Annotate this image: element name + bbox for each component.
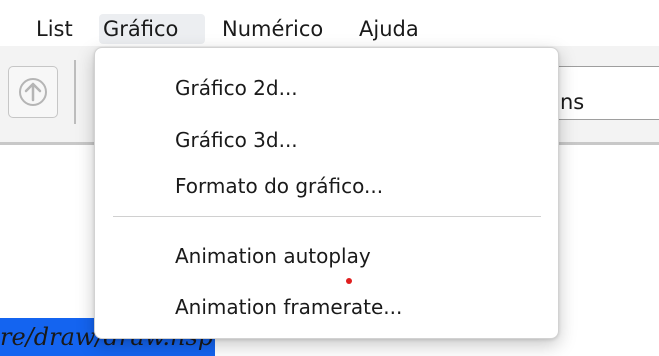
up-button[interactable]: [8, 66, 58, 118]
toolbar-field-text: ns: [560, 90, 585, 114]
menu-ajuda[interactable]: Ajuda: [355, 14, 423, 44]
menu-item-formato-do-grafico[interactable]: Formato do gráfico...: [175, 170, 383, 202]
menu-item-grafico-2d[interactable]: Gráfico 2d...: [175, 72, 298, 104]
menu-item-grafico-3d[interactable]: Gráfico 3d...: [175, 124, 298, 156]
menu-item-animation-autoplay[interactable]: Animation autoplay: [175, 240, 371, 272]
grafico-dropdown-menu: Gráfico 2d... Gráfico 3d... Formato do g…: [94, 47, 559, 339]
menu-separator: [113, 216, 541, 217]
toolbar-separator: [74, 60, 76, 124]
menu-numerico[interactable]: Numérico: [218, 14, 327, 44]
arrow-up-icon: [19, 78, 47, 106]
menu-bar: List Gráfico Numérico Ajuda: [0, 0, 659, 46]
menu-list[interactable]: List: [32, 14, 77, 44]
cursor-dot: [346, 278, 352, 284]
menu-item-animation-framerate[interactable]: Animation framerate...: [175, 291, 402, 323]
menu-grafico[interactable]: Gráfico: [99, 14, 205, 44]
